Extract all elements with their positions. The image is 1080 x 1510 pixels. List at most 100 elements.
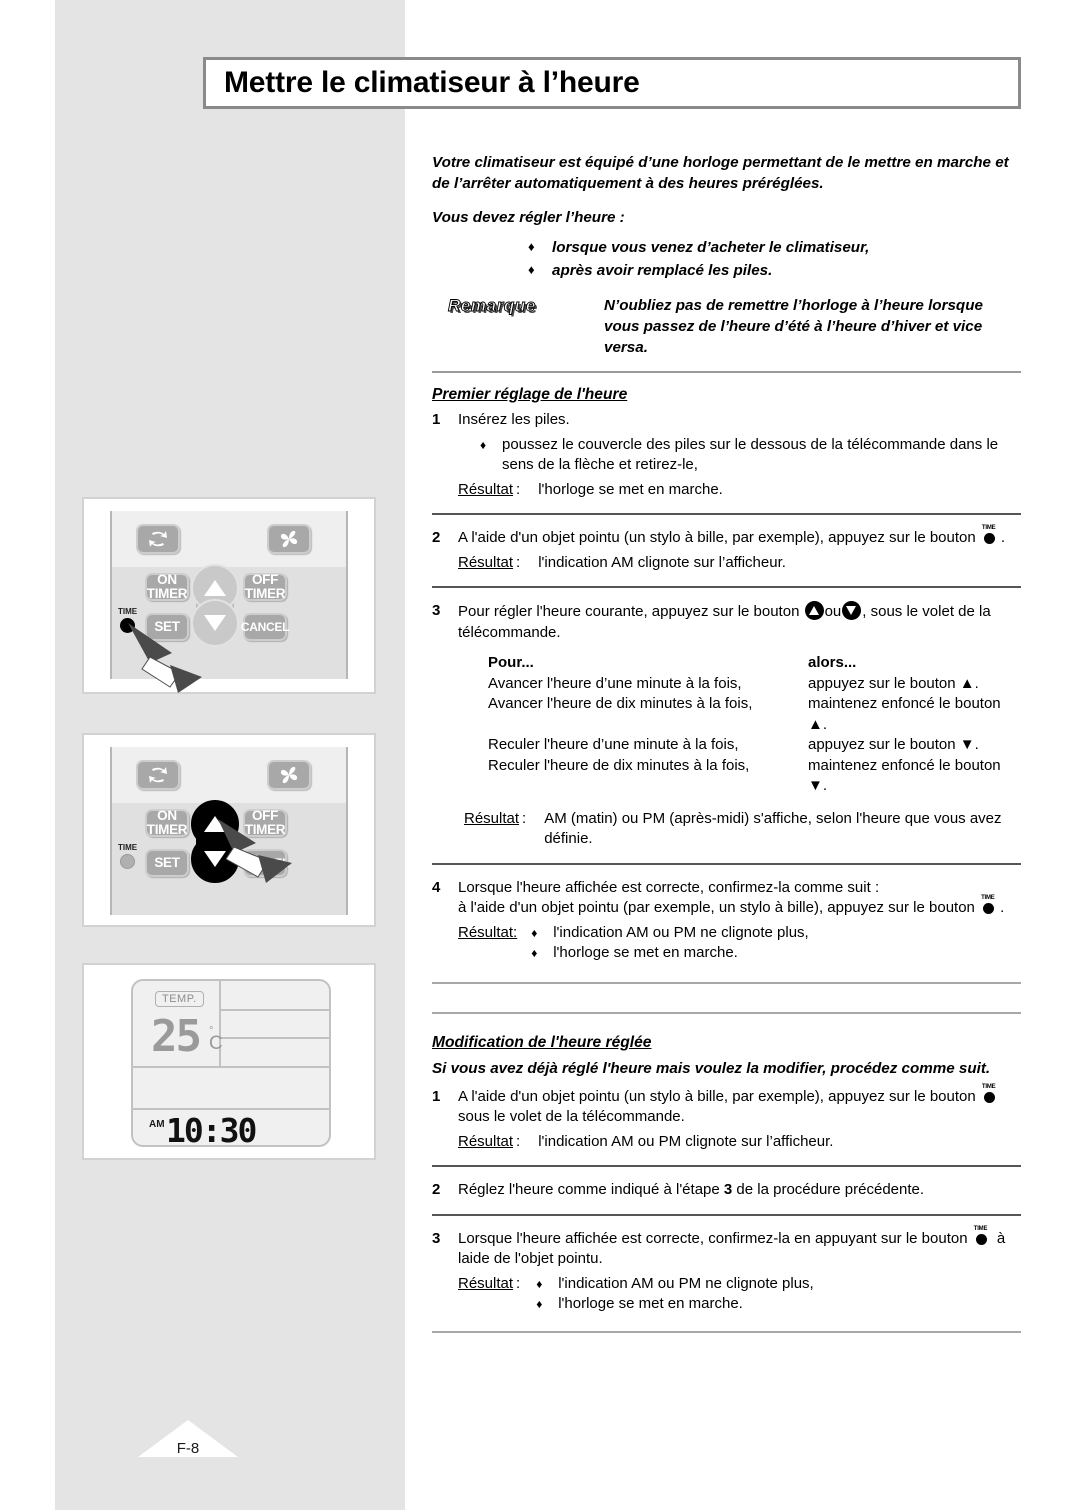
document-page: Mettre le climatiseur à l’heure ON TIMER…	[0, 0, 1080, 1510]
step-text-a: Réglez l'heure comme indiqué à l'étape	[458, 1181, 720, 1198]
lcd-meridiem-indicator: AM	[149, 1119, 165, 1130]
step-body: Insérez les piles. poussez le couvercle …	[458, 410, 1021, 500]
lcd-temp-badge: TEMP.	[155, 991, 204, 1007]
remarque-label: Remarque	[448, 296, 536, 316]
table-row: Reculer l'heure de dix minutes à la fois…	[488, 756, 1021, 797]
up-triangle-icon	[204, 580, 226, 596]
illustration-remote-time-button: ON TIMER SET OFF TIMER CANCEL TIME	[82, 497, 376, 694]
step-number: 2	[432, 529, 441, 546]
lcd-divider-h3	[133, 1066, 331, 1068]
time-icon-dot	[975, 1233, 987, 1245]
step-body: Lorsque l'heure affichée est correcte, c…	[458, 878, 1021, 964]
divider	[432, 1213, 1021, 1216]
table-header-pour: Pour...	[488, 654, 534, 671]
result-row: Résultat : l'indication AM ou PM clignot…	[458, 1132, 1021, 1153]
result-label: Résultat	[458, 1132, 514, 1150]
result-label: Résultat	[458, 480, 514, 498]
result-row: Résultat : l'indication AM ou PM ne clig…	[458, 1274, 1021, 1315]
intro-block: Votre climatiseur est équipé d’une horlo…	[432, 152, 1021, 358]
step-text-after: .	[1000, 899, 1005, 916]
time-icon-label: TIME	[981, 895, 995, 901]
table-cell-alors: maintenez enfoncé le bouton ▲.	[808, 695, 1001, 733]
step-4-section1: 4 Lorsque l'heure affichée est correcte,…	[432, 878, 1021, 964]
lcd-temperature-value: 25	[151, 1011, 202, 1062]
time-icon-label: TIME	[981, 525, 996, 531]
result-label: Résultat	[458, 553, 514, 571]
step-number: 1	[432, 1087, 441, 1105]
time-icon-label: TIME	[981, 1083, 996, 1090]
remarque-block: Remarque N’oubliez pas de remettre l’hor…	[432, 295, 1021, 358]
divider	[432, 1165, 1021, 1167]
result-row: Résultat: l'indication AM ou PM ne clign…	[458, 923, 1021, 964]
result-colon: :	[522, 809, 527, 827]
fan-icon-glyph	[280, 530, 298, 548]
step-3-section2: 3 Lorsque l'heure affichée est correcte,…	[432, 1226, 1021, 1315]
main-content: Votre climatiseur est équipé d’une horlo…	[432, 152, 1021, 1346]
remarque-text: N’oubliez pas de remettre l’horloge à l’…	[604, 297, 983, 356]
remote-control-figure-2: ON TIMER SET OFF TIMER CANCEL TIME	[110, 747, 348, 915]
time-button-icon: TIME	[981, 525, 1000, 545]
step-text-line: Réglez l'heure comme indiqué à l'étape 3…	[458, 1180, 1021, 1201]
time-icon-dot	[983, 903, 995, 914]
divider	[432, 1330, 1021, 1333]
result-bullet-list: l'indication AM ou PM ne clignote plus, …	[522, 1274, 1021, 1315]
step-body: A l'aide d'un objet pointu (un stylo à b…	[458, 525, 1021, 574]
table-row: Avancer l'heure d’une minute à la fois, …	[488, 674, 1021, 695]
result-label: Résultat	[458, 1274, 514, 1292]
illustration-remote-arrow-buttons: ON TIMER SET OFF TIMER CANCEL TIME	[82, 733, 376, 927]
divider	[432, 981, 1021, 984]
step-text-b: de la procédure précédente.	[736, 1181, 925, 1198]
time-icon-dot	[983, 1091, 995, 1103]
list-item: l'indication AM ou PM ne clignote plus,	[532, 1274, 1021, 1295]
table-cell-alors: appuyez sur le bouton ▼.	[808, 736, 979, 753]
step-body: A l'aide d'un objet pointu (un stylo à b…	[458, 1083, 1021, 1153]
swing-icon	[136, 524, 180, 554]
step-body: Pour régler l'heure courante, appuyez su…	[458, 601, 1021, 850]
result-text: l'indication AM clignote sur l’afficheur…	[538, 553, 786, 571]
intro-paragraph-1: Votre climatiseur est équipé d’une horlo…	[432, 154, 1009, 192]
divider	[432, 1011, 1021, 1014]
step-body: Lorsque l'heure affichée est correcte, c…	[458, 1226, 1021, 1315]
result-row: Résultat : l'indication AM clignote sur …	[458, 553, 1021, 574]
step-text-after: sous le volet de la télécommande.	[458, 1108, 685, 1125]
up-arrow-circle-icon	[804, 601, 824, 620]
time-button-label: TIME	[118, 843, 138, 852]
result-row: Résultat : l'horloge se met en marche.	[458, 480, 1021, 501]
section2-intro: Si vous avez déjà réglé l'heure mais vou…	[432, 1059, 991, 1077]
step-number: 1	[432, 411, 441, 428]
off-timer-label-1: OFF	[251, 572, 279, 587]
step-text-line: Pour régler l'heure courante, appuyez su…	[458, 601, 1021, 643]
result-colon: :	[516, 1274, 521, 1292]
swing-icon-glyph	[149, 531, 167, 547]
result-text: l'horloge se met en marche.	[538, 480, 723, 498]
on-timer-label-1: ON	[157, 808, 177, 823]
set-button: SET	[145, 849, 189, 877]
step-number: 2	[432, 1181, 441, 1198]
table-header-row: Pour... alors...	[488, 653, 1021, 674]
step-text-before: A l'aide d'un objet pointu (un stylo à b…	[458, 529, 976, 546]
table-header-alors: alors...	[808, 654, 857, 671]
result-colon: :	[516, 1132, 521, 1150]
pour-alors-table: Pour... alors... Avancer l'heure d’une m…	[488, 653, 1021, 797]
down-arrow-circle-icon	[842, 601, 862, 620]
table-row: Reculer l'heure d’une minute à la fois, …	[488, 735, 1021, 756]
step-2-section1: 2 A l'aide d'un objet pointu (un stylo à…	[432, 525, 1021, 574]
step-3-section1: 3 Pour régler l'heure courante, appuyez …	[432, 601, 1021, 850]
fan-icon-glyph-2	[280, 766, 298, 784]
divider	[432, 862, 1021, 865]
table-cell-pour: Avancer l'heure de dix minutes à la fois…	[488, 695, 753, 712]
off-timer-label-2: TIMER	[244, 586, 286, 601]
intro-bullet-list: lorsque vous venez d’acheter le climatis…	[520, 236, 1021, 281]
on-timer-label-1: ON	[157, 572, 177, 587]
step-1-section2: 1 A l'aide d'un objet pointu (un stylo à…	[432, 1083, 1021, 1153]
time-button-knob-inactive	[120, 854, 135, 869]
step-text-before: Pour régler l'heure courante, appuyez su…	[458, 603, 800, 620]
time-button-icon: TIME	[973, 1226, 992, 1246]
result-bullet-list: l'indication AM ou PM ne clignote plus, …	[517, 923, 1021, 964]
table-cell-pour: Reculer l'heure d’une minute à la fois,	[488, 736, 739, 753]
list-item: lorsque vous venez d’acheter le climatis…	[520, 236, 1021, 258]
page-title-box: Mettre le climatiseur à l’heure	[203, 57, 1021, 109]
step-body: Réglez l'heure comme indiqué à l'étape 3…	[458, 1180, 1021, 1201]
stylus-pen-icon-2	[218, 819, 292, 883]
on-timer-button: ON TIMER	[145, 573, 189, 601]
